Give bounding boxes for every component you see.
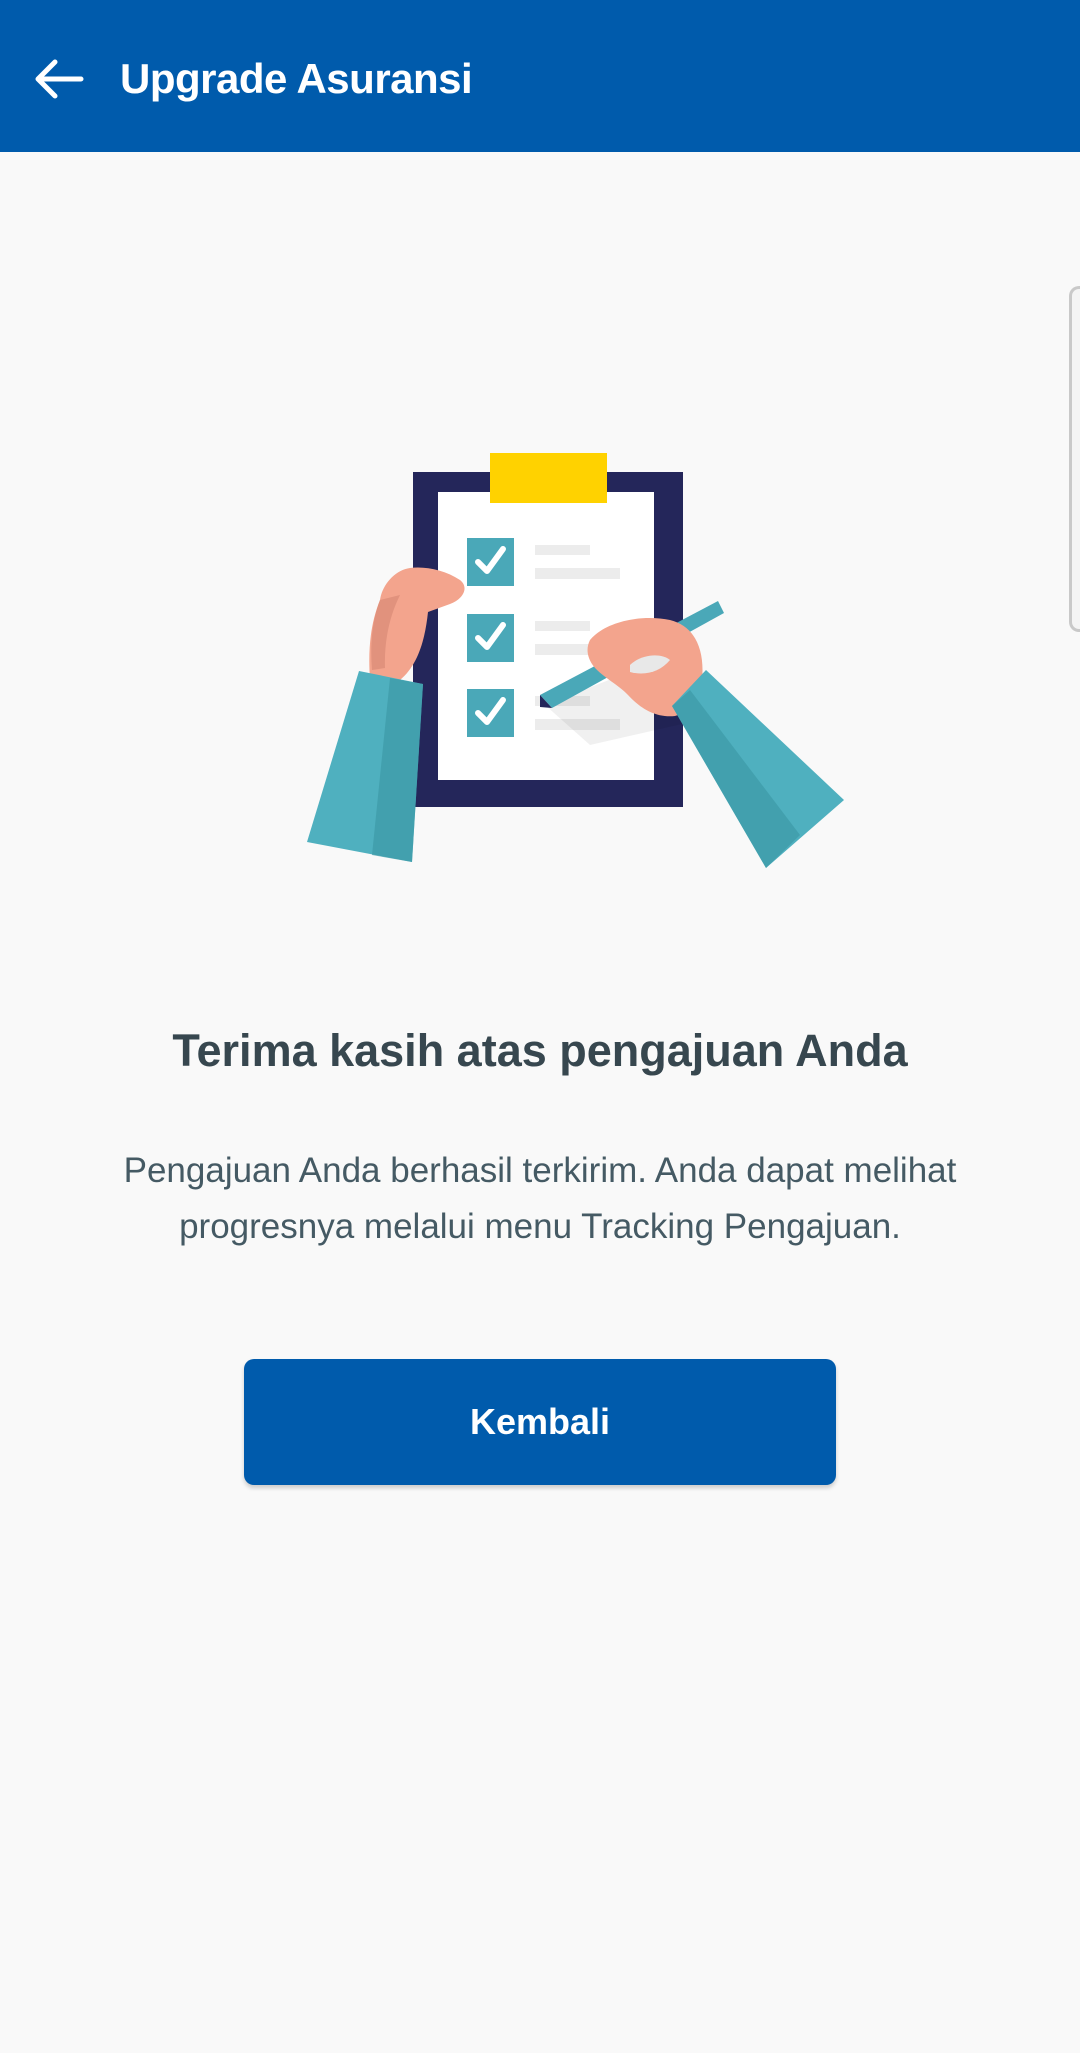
- app-bar: Upgrade Asuransi: [0, 0, 1080, 152]
- clipboard-checklist-illustration: [307, 453, 844, 868]
- page-title: Upgrade Asuransi: [120, 55, 473, 102]
- arrow-left-icon: [35, 59, 84, 99]
- back-to-home-button[interactable]: Kembali: [244, 1359, 836, 1485]
- side-panel-handle[interactable]: [1069, 286, 1080, 632]
- success-heading: Terima kasih atas pengajuan Anda: [172, 1025, 908, 1076]
- success-message: Pengajuan Anda berhasil terkirim. Anda d…: [123, 1151, 957, 1246]
- back-button[interactable]: [26, 46, 92, 112]
